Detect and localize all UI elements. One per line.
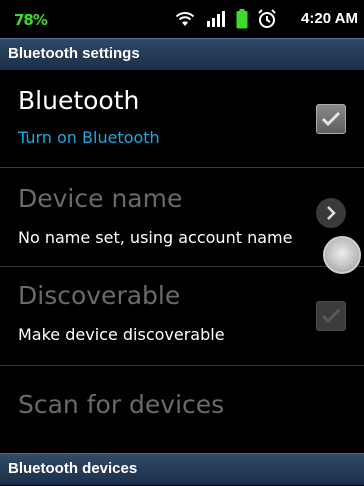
alarm-icon: [258, 9, 276, 28]
device-name-summary: No name set, using account name: [18, 228, 293, 247]
devices-section-title: Bluetooth devices: [8, 460, 138, 477]
clock: 4:20 AM: [301, 10, 358, 27]
checkmark-icon: [321, 308, 341, 324]
scan-for-devices-row[interactable]: Scan for devices: [0, 366, 364, 452]
scan-title: Scan for devices: [18, 390, 225, 419]
wifi-icon: [175, 12, 195, 26]
device-name-row[interactable]: Device name No name set, using account n…: [0, 168, 364, 266]
scroll-thumb[interactable]: [323, 236, 361, 274]
battery-icon: [236, 9, 248, 29]
bluetooth-toggle-row[interactable]: Bluetooth Turn on Bluetooth: [0, 72, 364, 167]
bluetooth-title: Bluetooth: [18, 86, 140, 115]
devices-section-header: Bluetooth devices: [0, 453, 364, 485]
checkmark-icon: [321, 111, 341, 127]
device-name-title: Device name: [18, 184, 183, 213]
signal-icon: [207, 11, 225, 27]
bluetooth-summary: Turn on Bluetooth: [18, 128, 160, 147]
battery-percent: 78%: [14, 11, 48, 29]
discoverable-row[interactable]: Discoverable Make device discoverable: [0, 267, 364, 365]
status-icons: [174, 8, 276, 30]
bluetooth-checkbox[interactable]: [316, 104, 346, 134]
discoverable-checkbox[interactable]: [316, 301, 346, 331]
discoverable-title: Discoverable: [18, 281, 181, 310]
discoverable-summary: Make device discoverable: [18, 325, 225, 344]
chevron-right-icon: [316, 198, 346, 228]
screen-title: Bluetooth settings: [8, 45, 140, 62]
status-bar: 78% 4:20 AM: [0, 0, 364, 36]
screen-title-bar: Bluetooth settings: [0, 38, 364, 70]
